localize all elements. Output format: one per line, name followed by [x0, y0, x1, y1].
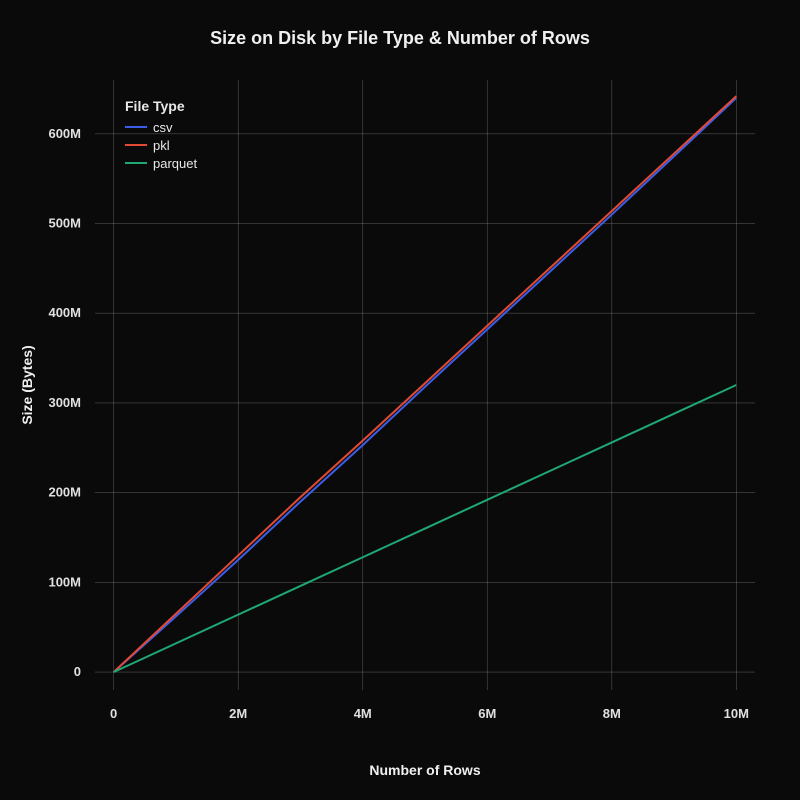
x-tick-label: 6M [478, 706, 496, 721]
y-tick-label: 100M [48, 574, 81, 589]
x-tick-label: 4M [354, 706, 372, 721]
legend-label: parquet [153, 156, 197, 171]
y-tick-label: 500M [48, 216, 81, 231]
legend-swatch [125, 144, 147, 146]
x-tick-label: 8M [603, 706, 621, 721]
y-tick-label: 400M [48, 305, 81, 320]
legend-item-pkl: pkl [125, 136, 197, 154]
chart-container: Size on Disk by File Type & Number of Ro… [0, 0, 800, 800]
series-line-pkl [114, 96, 737, 672]
legend-swatch [125, 126, 147, 128]
y-tick-label: 200M [48, 485, 81, 500]
y-axis-label: Size (Bytes) [19, 345, 35, 424]
chart-title: Size on Disk by File Type & Number of Ro… [0, 28, 800, 49]
y-tick-label: 600M [48, 126, 81, 141]
x-tick-label: 10M [724, 706, 749, 721]
x-tick-label: 0 [110, 706, 117, 721]
legend-title: File Type [125, 98, 197, 114]
legend-item-parquet: parquet [125, 154, 197, 172]
x-axis-label: Number of Rows [369, 762, 480, 778]
y-tick-label: 0 [74, 664, 81, 679]
legend-label: pkl [153, 138, 170, 153]
series-line-parquet [114, 385, 737, 672]
series-group [114, 96, 737, 672]
legend-item-csv: csv [125, 118, 197, 136]
legend: File Type csv pkl parquet [125, 98, 197, 172]
legend-swatch [125, 162, 147, 164]
x-tick-label: 2M [229, 706, 247, 721]
y-tick-label: 300M [48, 395, 81, 410]
legend-label: csv [153, 120, 173, 135]
